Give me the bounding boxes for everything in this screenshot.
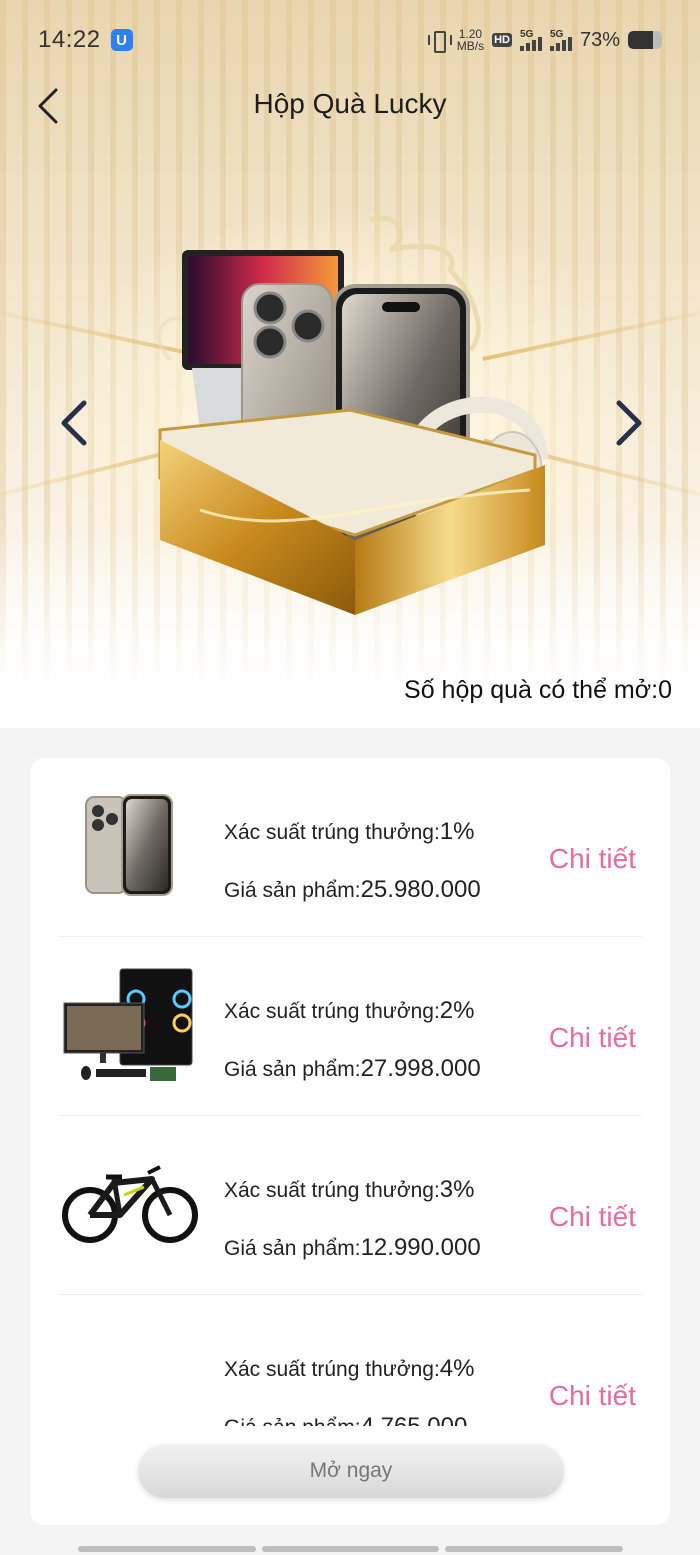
app-notification-icon: U (110, 29, 133, 51)
probability-label: Xác suất trúng thưởng: (224, 1358, 440, 1381)
detail-link[interactable]: Chi tiết (549, 1380, 636, 1412)
price-label: Giá sản phẩm: (224, 1416, 361, 1426)
price-label: Giá sản phẩm: (224, 1058, 361, 1081)
win-probability: Xác suất trúng thưởng:2% (224, 997, 474, 1025)
carousel-prev-button[interactable] (48, 395, 98, 451)
sim1-label: 5G (519, 29, 534, 40)
open-now-button[interactable]: Mở ngay (138, 1444, 564, 1498)
win-probability: Xác suất trúng thưởng:4% (224, 1355, 474, 1383)
probability-label: Xác suất trúng thưởng: (224, 1000, 440, 1023)
detail-link[interactable]: Chi tiết (549, 1201, 636, 1233)
page-title: Hộp Quà Lucky (253, 88, 447, 119)
list-item: Xác suất trúng thưởng:3% Giá sản phẩm:12… (58, 1116, 642, 1295)
detail-link[interactable]: Chi tiết (549, 1022, 636, 1054)
product-price: Giá sản phẩm:25.980.000 (224, 876, 481, 904)
carousel-next-button[interactable] (605, 395, 655, 451)
list-item: Xác suất trúng thưởng:2% Giá sản phẩm:27… (58, 937, 642, 1116)
product-image (60, 1323, 200, 1426)
win-probability: Xác suất trúng thưởng:1% (224, 818, 474, 846)
status-time: 14:22 (38, 26, 101, 53)
network-speed-unit: MB/s (456, 39, 485, 53)
price-value: 27.998.000 (360, 1055, 481, 1082)
chevron-left-icon (61, 400, 87, 446)
openable-count: Số hộp quà có thể mở:0 (404, 676, 672, 704)
top-nav: Hộp Quà Lucky (0, 78, 700, 134)
status-bar: 14:22 U 1.20 MB/s HD 5G 5G 73% (38, 22, 662, 58)
battery-percent: 73% (579, 28, 620, 51)
vibrate-icon (427, 29, 452, 53)
gaming-pc-image (60, 965, 200, 1085)
product-price: Giá sản phẩm:27.998.000 (224, 1055, 481, 1083)
probability-label: Xác suất trúng thưởng: (224, 821, 440, 844)
product-price: Giá sản phẩm:4.765.000 (224, 1413, 467, 1426)
probability-value: 4% (439, 1355, 475, 1382)
price-label: Giá sản phẩm: (224, 879, 361, 902)
hd-icon: HD (492, 33, 512, 47)
price-value: 25.980.000 (360, 876, 481, 903)
price-label: Giá sản phẩm: (224, 1237, 361, 1260)
price-value: 12.990.000 (360, 1234, 481, 1261)
network-speed: 1.20 MB/s (457, 28, 484, 52)
bicycle-image (60, 1144, 200, 1264)
iphone-image (60, 786, 200, 906)
signal-icon-sim2: 5G (549, 29, 572, 51)
probability-value: 3% (439, 1176, 475, 1203)
scroll-indicator (78, 1546, 624, 1552)
list-item: Xác suất trúng thưởng:4% Giá sản phẩm:4.… (58, 1295, 642, 1426)
prize-list[interactable]: Xác suất trúng thưởng:1% Giá sản phẩm:25… (30, 758, 670, 1426)
gift-box-image (157, 215, 548, 615)
probability-value: 1% (439, 818, 475, 845)
probability-label: Xác suất trúng thưởng: (224, 1179, 440, 1202)
win-probability: Xác suất trúng thưởng:3% (224, 1176, 474, 1204)
price-value: 4.765.000 (361, 1413, 468, 1426)
list-item: Xác suất trúng thưởng:1% Giá sản phẩm:25… (58, 758, 642, 937)
sim2-label: 5G (549, 29, 564, 40)
battery-icon (628, 31, 662, 49)
signal-icon-sim1: 5G (519, 29, 542, 51)
detail-link[interactable]: Chi tiết (549, 843, 636, 875)
product-price: Giá sản phẩm:12.990.000 (224, 1234, 481, 1262)
prize-card: Xác suất trúng thưởng:1% Giá sản phẩm:25… (30, 758, 670, 1525)
chevron-right-icon (616, 400, 642, 446)
probability-value: 2% (439, 997, 475, 1024)
